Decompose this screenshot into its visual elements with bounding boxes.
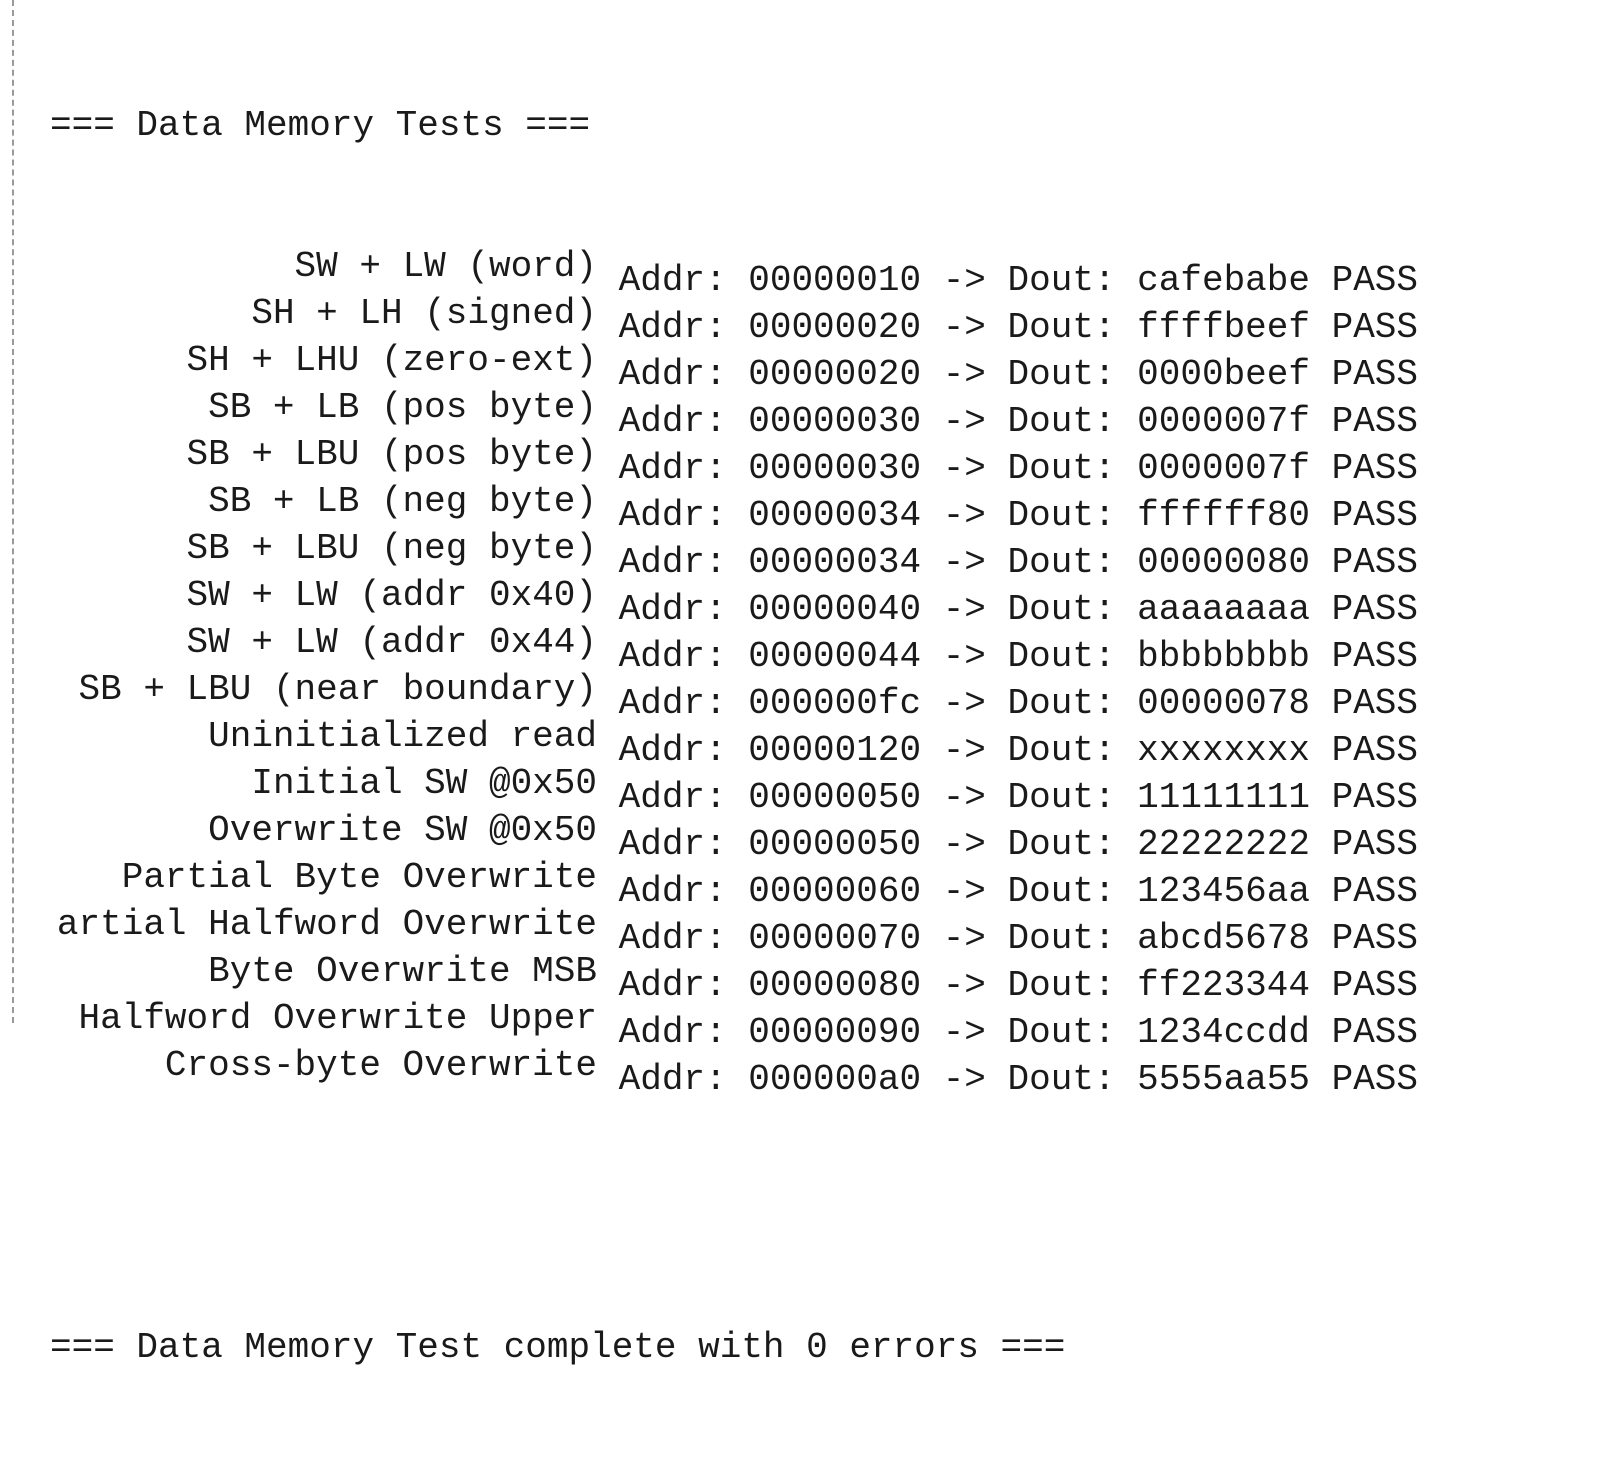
test-label-cell: Initial SW @0x50: [50, 760, 597, 807]
test-label: SB + LBU (near boundary): [78, 669, 597, 710]
test-label: Partial Byte Overwrite: [121, 857, 597, 898]
test-label: SW + LW (addr 0x44): [186, 622, 597, 663]
test-result-row: SB + LBU (near boundary) Addr: 000000fc …: [50, 666, 1419, 724]
test-label: Halfword Overwrite Upper: [78, 998, 597, 1039]
test-label: Initial SW @0x50: [251, 763, 597, 804]
test-label: SB + LB (pos byte): [208, 387, 597, 428]
arrow: ->: [942, 1059, 986, 1100]
test-result-row: Initial SW @0x50 Addr: 00000050 -> Dout:…: [50, 760, 1418, 818]
summary-footer: === Data Memory Test complete with 0 err…: [50, 1327, 1066, 1368]
test-label-cell: Uninitialized read: [50, 713, 597, 760]
test-result-row: Byte Overwrite MSB Addr: 00000080 -> Dou…: [50, 948, 1418, 1006]
test-label: SW + LW (addr 0x40): [186, 575, 597, 616]
test-label: SW + LW (word): [294, 246, 597, 287]
test-result-row: Overwrite SW @0x50 Addr: 00000050 -> Dou…: [50, 807, 1418, 865]
test-label-cell: SB + LB (pos byte): [50, 384, 597, 431]
test-result-row: Cross-byte Overwrite Addr: 000000a0 -> D…: [50, 1042, 1418, 1100]
test-label-cell: SW + LW (addr 0x40): [50, 572, 597, 619]
addr-label: Addr:: [618, 1059, 727, 1100]
test-result-row: SH + LH (signed) Addr: 00000020 -> Dout:…: [50, 290, 1418, 348]
address-value: 000000a0: [748, 1059, 922, 1100]
test-label-cell: Overwrite SW @0x50: [50, 807, 597, 854]
test-label-cell: SB + LBU (near boundary): [50, 666, 597, 713]
test-result-row: SH + LHU (zero-ext) Addr: 00000020 -> Do…: [50, 337, 1418, 395]
test-label-cell: SW + LW (word): [50, 243, 597, 290]
test-label: artial Halfword Overwrite: [56, 904, 597, 945]
test-label-cell: SB + LBU (pos byte): [50, 431, 597, 478]
test-label-cell: SH + LH (signed): [50, 290, 597, 337]
test-result-row: artial Halfword Overwrite Addr: 00000070…: [50, 901, 1418, 959]
test-result-row: SB + LBU (neg byte) Addr: 00000034 -> Do…: [50, 525, 1418, 583]
dout-label: Dout:: [1007, 1059, 1116, 1100]
test-label: Cross-byte Overwrite: [164, 1045, 597, 1086]
test-label-cell: SH + LHU (zero-ext): [50, 337, 597, 384]
test-result-row: SB + LB (pos byte) Addr: 00000030 -> Dou…: [50, 384, 1418, 442]
test-label: SB + LB (neg byte): [208, 481, 597, 522]
test-label: Uninitialized read: [208, 716, 597, 757]
test-result-row: SW + LW (addr 0x44) Addr: 00000044 -> Do…: [50, 619, 1418, 677]
test-label: Byte Overwrite MSB: [208, 951, 597, 992]
dout-value: 5555aa55: [1137, 1059, 1310, 1100]
test-result-row: Uninitialized read Addr: 00000120 -> Dou…: [50, 713, 1418, 771]
test-result-row: Partial Byte Overwrite Addr: 00000060 ->…: [50, 854, 1418, 912]
test-result-row: SW + LW (word) Addr: 00000010 -> Dout: c…: [50, 243, 1418, 301]
test-label: Overwrite SW @0x50: [208, 810, 597, 851]
test-label-cell: SB + LBU (neg byte): [50, 525, 597, 572]
status-badge: PASS: [1331, 1059, 1419, 1100]
test-label-cell: SW + LW (addr 0x44): [50, 619, 597, 666]
test-label-cell: SB + LB (neg byte): [50, 478, 597, 525]
test-label-cell: artial Halfword Overwrite: [50, 901, 597, 948]
section-header: === Data Memory Tests ===: [50, 105, 591, 146]
test-label: SB + LBU (pos byte): [186, 434, 597, 475]
test-label: SH + LH (signed): [251, 293, 597, 334]
test-label-cell: Halfword Overwrite Upper: [50, 995, 597, 1042]
test-result-row: SB + LB (neg byte) Addr: 00000034 -> Dou…: [50, 478, 1418, 536]
test-result-row: SW + LW (addr 0x40) Addr: 00000040 -> Do…: [50, 572, 1418, 630]
test-label-cell: Byte Overwrite MSB: [50, 948, 597, 995]
left-dashed-border: [12, 0, 14, 1023]
terminal-output-page: === Data Memory Tests === SW + LW (word)…: [0, 0, 1605, 1368]
test-result-row: SB + LBU (pos byte) Addr: 00000030 -> Do…: [50, 431, 1418, 489]
terminal-output: === Data Memory Tests === SW + LW (word)…: [50, 8, 1418, 1465]
test-result-row: Halfword Overwrite Upper Addr: 00000090 …: [50, 995, 1419, 1053]
test-results-list: SW + LW (word) Addr: 00000010 -> Dout: c…: [50, 243, 1419, 1100]
test-label-cell: Cross-byte Overwrite: [50, 1042, 597, 1089]
test-label: SB + LBU (neg byte): [186, 528, 597, 569]
test-label-cell: Partial Byte Overwrite: [50, 854, 597, 901]
test-label: SH + LHU (zero-ext): [186, 340, 597, 381]
